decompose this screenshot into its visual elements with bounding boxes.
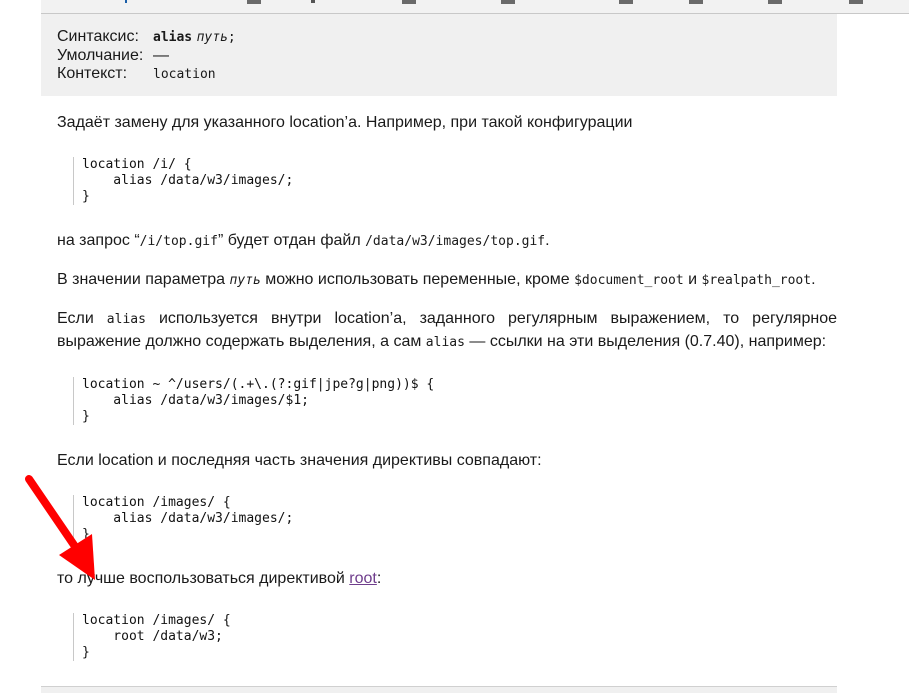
context-value: location xyxy=(153,65,236,84)
text-fragment: — ссылки на эти выделения (0.7.40), напр… xyxy=(464,333,827,350)
toolbar-fragment xyxy=(125,0,127,3)
inline-code: alias xyxy=(106,312,146,327)
top-toolbar-strip xyxy=(41,0,909,14)
text-fragment: на запрос “ xyxy=(57,232,140,249)
default-value: — xyxy=(153,47,169,64)
inline-code: $document_root xyxy=(574,273,684,288)
code-block-example-1: location /i/ { alias /data/w3/images/; } xyxy=(73,157,293,205)
inline-code: /data/w3/images/top.gif xyxy=(365,234,546,249)
toolbar-fragment xyxy=(311,0,315,3)
toolbar-icon[interactable] xyxy=(501,0,515,4)
syntax-label: Синтаксис: xyxy=(57,28,139,45)
text-fragment: . xyxy=(811,271,816,288)
bottom-section-box xyxy=(41,686,837,693)
inline-code: $realpath_root xyxy=(701,273,812,288)
context-row: Контекст: location xyxy=(57,65,236,84)
paragraph-variables: В значении параметра путь можно использо… xyxy=(57,269,837,292)
text-fragment: : xyxy=(376,570,382,587)
paragraph-root: то лучше воспользоваться директивой root… xyxy=(57,568,837,590)
text-fragment: ” будет отдан файл xyxy=(217,232,366,249)
paragraph-regex: Если alias используется внутри location’… xyxy=(57,308,837,354)
context-code: location xyxy=(153,67,216,82)
text-fragment: можно использовать переменные, кроме xyxy=(260,271,575,288)
code-block-example-4: location /images/ { root /data/w3; } xyxy=(73,613,231,661)
documentation-page: Синтаксис: alias путь; Умолчание: — Конт… xyxy=(0,0,909,693)
code-block-example-2: location ~ ^/users/(.+\.(?:gif|jpe?g|png… xyxy=(73,377,434,425)
toolbar-icon[interactable] xyxy=(619,0,633,4)
default-label: Умолчание: xyxy=(57,47,144,64)
context-label: Контекст: xyxy=(57,65,128,82)
text-fragment: то лучше воспользоваться директивой xyxy=(57,570,350,587)
inline-code: alias xyxy=(425,335,465,350)
directive-syntax-table: Синтаксис: alias путь; Умолчание: — Конт… xyxy=(57,28,236,84)
toolbar-icon[interactable] xyxy=(849,0,863,4)
text-fragment: . xyxy=(545,232,550,249)
inline-code-param: путь xyxy=(229,273,261,288)
syntax-param: путь xyxy=(196,30,228,45)
text-fragment: и xyxy=(683,271,702,288)
syntax-value: alias путь; xyxy=(153,28,236,47)
syntax-keyword: alias xyxy=(153,30,193,45)
inline-code: /i/top.gif xyxy=(139,234,218,249)
syntax-end: ; xyxy=(227,30,236,45)
paragraph-intro: Задаёт замену для указанного location’а.… xyxy=(57,114,633,131)
directive-syntax-box: Синтаксис: alias путь; Умолчание: — Конт… xyxy=(41,14,837,96)
syntax-row: Синтаксис: alias путь; xyxy=(57,28,236,47)
paragraph-request: на запрос “/i/top.gif” будет отдан файл … xyxy=(57,230,837,253)
toolbar-icon[interactable] xyxy=(689,0,703,4)
toolbar-icon[interactable] xyxy=(768,0,782,4)
text-fragment: В значении параметра xyxy=(57,271,230,288)
toolbar-icon[interactable] xyxy=(247,0,261,4)
paragraph-match: Если location и последняя часть значения… xyxy=(57,452,542,469)
default-row: Умолчание: — xyxy=(57,47,236,65)
text-fragment: Если xyxy=(57,310,107,327)
arrow-shaft xyxy=(25,475,78,549)
code-block-example-3: location /images/ { alias /data/w3/image… xyxy=(73,495,293,543)
toolbar-icon[interactable] xyxy=(402,0,416,4)
root-directive-link[interactable]: root xyxy=(349,570,377,587)
